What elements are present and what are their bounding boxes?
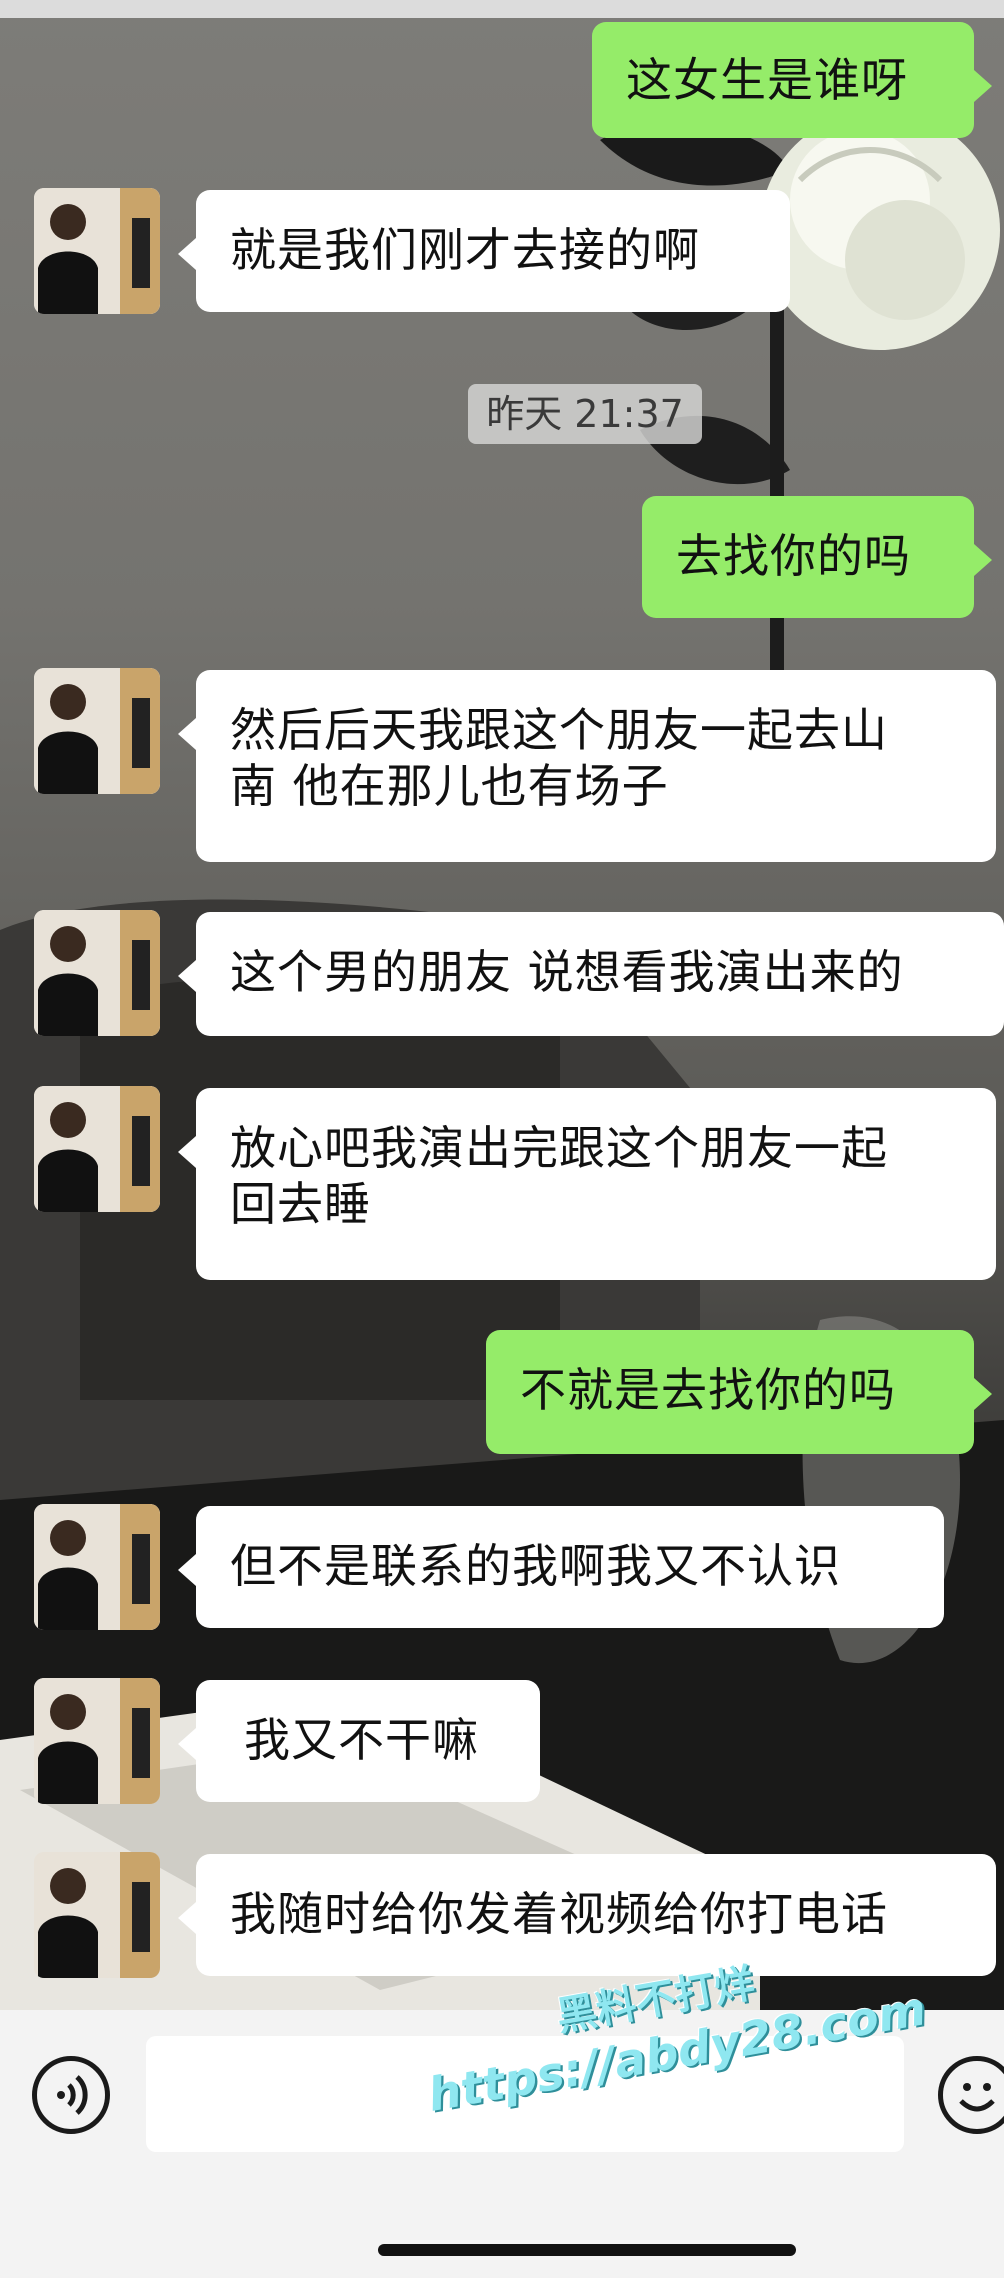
- avatar-image: [34, 1678, 160, 1804]
- contact-avatar[interactable]: [34, 188, 160, 314]
- avatar-image: [34, 1086, 160, 1212]
- message-text: 我随时给你发着视频给你打电话: [230, 1887, 888, 1941]
- avatar-image: [34, 1852, 160, 1978]
- message-text: 就是我们刚才去接的啊: [230, 223, 700, 277]
- message-text: 不就是去找你的吗: [520, 1363, 896, 1417]
- message-text: 这女生是谁呀: [626, 53, 908, 107]
- message-timestamp: 昨天 21:37: [468, 384, 702, 444]
- emoji-button[interactable]: [938, 2056, 1004, 2134]
- avatar-image: [34, 188, 160, 314]
- emoji-icon: [959, 2083, 995, 2112]
- incoming-message-bubble[interactable]: 这个男的朋友 说想看我演出来的: [178, 912, 1004, 1036]
- contact-avatar[interactable]: [34, 1852, 160, 1978]
- message-text-line: 放心吧我演出完跟这个朋友一起: [230, 1121, 888, 1175]
- voice-button[interactable]: [32, 2056, 110, 2134]
- outgoing-message-bubble[interactable]: 不就是去找你的吗: [486, 1330, 992, 1454]
- avatar-image: [34, 668, 160, 794]
- message-text-line: 南 他在那儿也有场子: [230, 759, 669, 813]
- incoming-message-bubble[interactable]: 但不是联系的我啊我又不认识: [178, 1506, 944, 1628]
- avatar-image: [34, 910, 160, 1036]
- contact-avatar[interactable]: [34, 1504, 160, 1630]
- voice-icon: [57, 2075, 88, 2115]
- outgoing-message-bubble[interactable]: 去找你的吗: [642, 496, 992, 618]
- status-bar-strip: [0, 0, 1004, 18]
- message-text: 我又不干嘛: [244, 1713, 479, 1767]
- home-indicator[interactable]: [378, 2244, 796, 2256]
- message-input[interactable]: [146, 2036, 904, 2152]
- contact-avatar[interactable]: [34, 668, 160, 794]
- contact-avatar[interactable]: [34, 1678, 160, 1804]
- contact-avatar[interactable]: [34, 910, 160, 1036]
- message-text-line: 然后后天我跟这个朋友一起去山: [230, 703, 888, 757]
- avatar-image: [34, 1504, 160, 1630]
- incoming-message-bubble[interactable]: 就是我们刚才去接的啊: [178, 190, 790, 312]
- incoming-message-bubble[interactable]: 然后后天我跟这个朋友一起去山 南 他在那儿也有场子: [178, 670, 996, 862]
- message-text: 但不是联系的我啊我又不认识: [230, 1539, 841, 1593]
- incoming-message-bubble[interactable]: 我又不干嘛: [178, 1680, 540, 1802]
- incoming-message-bubble[interactable]: 放心吧我演出完跟这个朋友一起 回去睡: [178, 1088, 996, 1280]
- message-text: 这个男的朋友 说想看我演出来的: [230, 945, 904, 999]
- incoming-message-bubble[interactable]: 我随时给你发着视频给你打电话: [178, 1854, 996, 1976]
- contact-avatar[interactable]: [34, 1086, 160, 1212]
- outgoing-message-bubble[interactable]: 这女生是谁呀: [592, 22, 992, 138]
- message-text: 去找你的吗: [676, 529, 911, 583]
- message-text-line: 回去睡: [230, 1177, 371, 1231]
